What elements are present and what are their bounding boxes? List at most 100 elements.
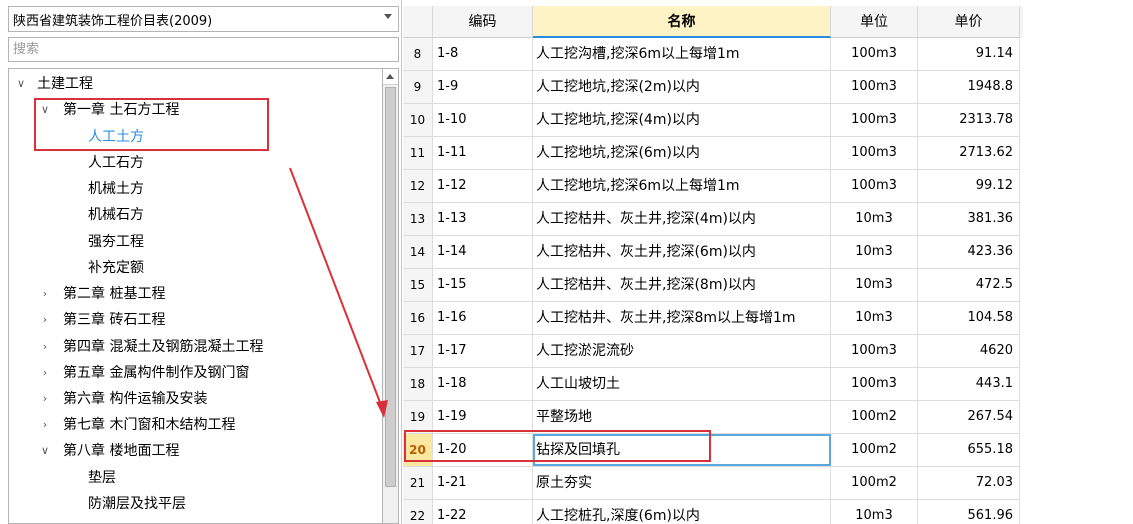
price-cell[interactable]: 472.5	[918, 269, 1020, 301]
price-cell[interactable]: 99.12	[918, 170, 1020, 202]
tree-item-chapter-2[interactable]: › 第二章 桩基工程	[39, 281, 166, 307]
price-cell[interactable]: 381.36	[918, 203, 1020, 235]
code-cell[interactable]: 1-13	[433, 203, 533, 235]
name-cell[interactable]: 人工挖沟槽,挖深6m以上每增1m	[533, 38, 831, 70]
code-cell[interactable]: 1-20	[433, 434, 533, 466]
unit-cell[interactable]: 100m2	[831, 467, 918, 499]
tree-item-chapter-8[interactable]: ∨ 第八章 楼地面工程	[39, 438, 179, 464]
unit-cell[interactable]: 100m3	[831, 335, 918, 367]
unit-cell[interactable]: 100m3	[831, 104, 918, 136]
name-cell[interactable]: 原土夯实	[533, 467, 831, 499]
chevron-right-icon[interactable]: ›	[39, 360, 51, 386]
price-cell[interactable]: 2713.62	[918, 137, 1020, 169]
name-cell[interactable]: 人工挖枯井、灰土井,挖深(6m)以内	[533, 236, 831, 268]
header-name[interactable]: 名称	[533, 6, 831, 38]
library-select[interactable]: 陕西省建筑装饰工程价目表(2009)	[8, 6, 399, 32]
price-cell[interactable]: 443.1	[918, 368, 1020, 400]
price-cell[interactable]: 267.54	[918, 401, 1020, 433]
price-cell[interactable]: 655.18	[918, 434, 1020, 466]
table-row[interactable]: 21 1-21 原土夯实 100m2 72.03	[403, 467, 1020, 500]
table-row[interactable]: 11 1-11 人工挖地坑,挖深(6m)以内 100m3 2713.62	[403, 137, 1020, 170]
unit-cell[interactable]: 10m3	[831, 302, 918, 334]
chevron-right-icon[interactable]: ›	[39, 386, 51, 412]
table-row[interactable]: 14 1-14 人工挖枯井、灰土井,挖深(6m)以内 10m3 423.36	[403, 236, 1020, 269]
table-row[interactable]: 22 1-22 人工挖桩孔,深度(6m)以内 10m3 561.96	[403, 500, 1020, 524]
name-cell[interactable]: 人工挖淤泥流砂	[533, 335, 831, 367]
header-code[interactable]: 编码	[433, 6, 533, 38]
name-cell[interactable]: 钻探及回填孔	[533, 434, 831, 466]
code-cell[interactable]: 1-19	[433, 401, 533, 433]
price-cell[interactable]: 1948.8	[918, 71, 1020, 103]
chevron-down-icon[interactable]	[384, 14, 392, 19]
name-cell[interactable]: 人工挖桩孔,深度(6m)以内	[533, 500, 831, 524]
scroll-up-icon[interactable]	[383, 69, 398, 85]
name-cell[interactable]: 人工挖枯井、灰土井,挖深8m以上每增1m	[533, 302, 831, 334]
chevron-right-icon[interactable]: ›	[39, 307, 51, 333]
unit-cell[interactable]: 100m3	[831, 368, 918, 400]
code-cell[interactable]: 1-15	[433, 269, 533, 301]
name-cell[interactable]: 人工挖枯井、灰土井,挖深(8m)以内	[533, 269, 831, 301]
code-cell[interactable]: 1-21	[433, 467, 533, 499]
header-unit[interactable]: 单位	[831, 6, 918, 38]
price-cell[interactable]: 423.36	[918, 236, 1020, 268]
chevron-down-icon[interactable]: ∨	[39, 438, 51, 464]
tree-item-chapter-3[interactable]: › 第三章 砖石工程	[39, 307, 166, 333]
tree-item-chapter-4[interactable]: › 第四章 混凝土及钢筋混凝土工程	[39, 334, 264, 360]
tree-item-dynamic-compaction[interactable]: 强夯工程	[88, 229, 144, 255]
table-row[interactable]: 20 1-20 钻探及回填孔 100m2 655.18	[403, 434, 1020, 467]
name-cell[interactable]: 人工挖地坑,挖深(4m)以内	[533, 104, 831, 136]
price-cell[interactable]: 561.96	[918, 500, 1020, 524]
price-cell[interactable]: 104.58	[918, 302, 1020, 334]
table-row[interactable]: 19 1-19 平整场地 100m2 267.54	[403, 401, 1020, 434]
unit-cell[interactable]: 100m3	[831, 170, 918, 202]
code-cell[interactable]: 1-17	[433, 335, 533, 367]
unit-cell[interactable]: 10m3	[831, 203, 918, 235]
unit-cell[interactable]: 100m3	[831, 38, 918, 70]
code-cell[interactable]: 1-18	[433, 368, 533, 400]
tree-item-chapter-1[interactable]: ∨ 第一章 土石方工程	[39, 97, 179, 123]
unit-cell[interactable]: 100m3	[831, 71, 918, 103]
price-cell[interactable]: 91.14	[918, 38, 1020, 70]
unit-cell[interactable]: 100m2	[831, 434, 918, 466]
table-row[interactable]: 8 1-8 人工挖沟槽,挖深6m以上每增1m 100m3 91.14	[403, 38, 1020, 71]
unit-cell[interactable]: 10m3	[831, 236, 918, 268]
tree-item-stonework[interactable]: 人工石方	[88, 150, 144, 176]
tree-item-supplementary[interactable]: 补充定额	[88, 255, 144, 281]
table-row[interactable]: 17 1-17 人工挖淤泥流砂 100m3 4620	[403, 335, 1020, 368]
tree-item-earthwork[interactable]: 人工土方	[88, 124, 144, 150]
price-cell[interactable]: 72.03	[918, 467, 1020, 499]
name-cell[interactable]: 人工挖地坑,挖深(6m)以内	[533, 137, 831, 169]
table-row[interactable]: 18 1-18 人工山坡切土 100m3 443.1	[403, 368, 1020, 401]
name-cell[interactable]: 人工挖地坑,挖深6m以上每增1m	[533, 170, 831, 202]
name-cell[interactable]: 人工挖地坑,挖深(2m)以内	[533, 71, 831, 103]
tree-item-cushion[interactable]: 垫层	[88, 465, 116, 491]
scrollbar-thumb[interactable]	[385, 87, 396, 487]
table-row[interactable]: 16 1-16 人工挖枯井、灰土井,挖深8m以上每增1m 10m3 104.58	[403, 302, 1020, 335]
search-input[interactable]	[8, 37, 399, 62]
table-row[interactable]: 13 1-13 人工挖枯井、灰土井,挖深(4m)以内 10m3 381.36	[403, 203, 1020, 236]
unit-cell[interactable]: 10m3	[831, 500, 918, 524]
chevron-right-icon[interactable]: ›	[39, 281, 51, 307]
tree-item-chapter-7[interactable]: › 第七章 木门窗和木结构工程	[39, 412, 236, 438]
chevron-down-icon[interactable]: ∨	[39, 97, 51, 123]
chevron-right-icon[interactable]: ›	[39, 334, 51, 360]
tree-item-root[interactable]: ∨ 土建工程	[15, 71, 93, 97]
code-cell[interactable]: 1-9	[433, 71, 533, 103]
code-cell[interactable]: 1-22	[433, 500, 533, 524]
unit-cell[interactable]: 100m3	[831, 137, 918, 169]
table-row[interactable]: 9 1-9 人工挖地坑,挖深(2m)以内 100m3 1948.8	[403, 71, 1020, 104]
code-cell[interactable]: 1-14	[433, 236, 533, 268]
tree-item-machine-stonework[interactable]: 机械石方	[88, 202, 144, 228]
chevron-down-icon[interactable]: ∨	[15, 71, 27, 97]
code-cell[interactable]: 1-8	[433, 38, 533, 70]
code-cell[interactable]: 1-12	[433, 170, 533, 202]
price-cell[interactable]: 4620	[918, 335, 1020, 367]
tree-item-damp-proof[interactable]: 防潮层及找平层	[88, 491, 186, 517]
chevron-right-icon[interactable]: ›	[39, 412, 51, 438]
name-cell[interactable]: 人工山坡切土	[533, 368, 831, 400]
code-cell[interactable]: 1-10	[433, 104, 533, 136]
code-cell[interactable]: 1-11	[433, 137, 533, 169]
name-cell[interactable]: 人工挖枯井、灰土井,挖深(4m)以内	[533, 203, 831, 235]
tree-item-chapter-6[interactable]: › 第六章 构件运输及安装	[39, 386, 208, 412]
header-price[interactable]: 单价	[918, 6, 1020, 38]
